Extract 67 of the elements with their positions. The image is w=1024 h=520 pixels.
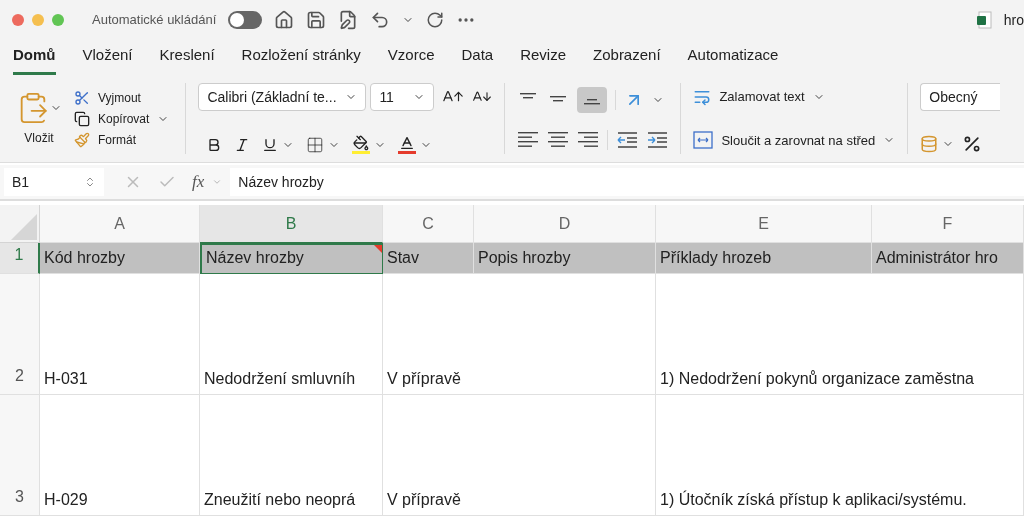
ribbon-tab[interactable]: Vložení <box>82 43 133 75</box>
align-left-icon[interactable] <box>517 131 540 149</box>
row-header[interactable]: 2 <box>0 274 40 395</box>
column-header[interactable]: C <box>383 205 474 243</box>
borders-icon[interactable] <box>306 135 325 154</box>
font-color-icon[interactable] <box>398 135 417 154</box>
name-box[interactable]: B1 <box>4 168 104 196</box>
column-header[interactable]: B <box>200 205 383 243</box>
save-icon[interactable] <box>306 10 327 30</box>
formula-field[interactable]: Název hrozby <box>230 168 1024 196</box>
table-cell[interactable]: V přípravě <box>383 395 656 516</box>
row-header[interactable]: 1 <box>0 243 40 274</box>
table-cell[interactable]: Stav <box>383 243 474 274</box>
ribbon-tab[interactable]: Vzorce <box>387 43 435 75</box>
number-format-dropdown[interactable]: Obecný <box>920 83 1001 111</box>
spreadsheet-file-icon <box>975 11 992 29</box>
table-cell[interactable]: Příklady hrozeb <box>656 243 872 274</box>
function-button[interactable]: fx <box>192 169 205 195</box>
column-header[interactable]: A <box>40 205 200 243</box>
ribbon-tab[interactable]: Kreslení <box>159 43 215 75</box>
column-header[interactable]: D <box>474 205 656 243</box>
font-dropdown[interactable]: Calibri (Základní te... <box>198 83 367 111</box>
ribbon-tab[interactable]: Data <box>461 43 494 75</box>
ribbon-tab[interactable]: Automatizace <box>687 43 779 75</box>
paste-button[interactable]: Vložit <box>16 90 62 147</box>
merge-cells-icon <box>693 131 714 150</box>
paintbrush-icon <box>74 131 90 148</box>
decrease-indent-icon[interactable] <box>616 131 639 149</box>
increase-indent-icon[interactable] <box>646 131 669 149</box>
table-cell[interactable]: H-031 <box>40 274 200 395</box>
table-cell[interactable]: Kód hrozby <box>40 243 200 274</box>
save-edit-icon[interactable] <box>338 10 359 30</box>
copy-button[interactable]: Kopírovat <box>74 109 170 128</box>
align-center-icon[interactable] <box>547 131 570 149</box>
table-cell[interactable]: Administrátor hro <box>872 243 1024 274</box>
merge-center-button[interactable]: Sloučit a zarovnat na střed <box>693 130 896 150</box>
table-cell[interactable]: Název hrozby <box>200 243 383 274</box>
scissors-icon <box>74 89 90 106</box>
underline-icon[interactable] <box>262 136 279 153</box>
table-cell[interactable]: Zneužití nebo neoprá <box>200 395 383 516</box>
copy-icon <box>74 110 90 127</box>
fill-color-icon[interactable] <box>352 135 371 154</box>
column-header[interactable]: E <box>656 205 872 243</box>
wrap-text-button[interactable]: Zalamovat text <box>693 87 896 107</box>
close-window-button[interactable] <box>12 14 24 26</box>
row-header[interactable]: 3 <box>0 395 40 516</box>
autosave-toggle[interactable] <box>228 11 263 29</box>
ribbon-tab[interactable]: Zobrazení <box>593 43 661 75</box>
table-cell[interactable]: H-029 <box>40 395 200 516</box>
accounting-format-icon[interactable] <box>920 135 939 153</box>
table-cell[interactable]: Popis hrozby <box>474 243 656 274</box>
font-size-dropdown[interactable]: 11 <box>370 83 435 111</box>
ribbon-tab[interactable]: Rozložení stránky <box>241 43 361 75</box>
column-header[interactable]: F <box>872 205 1024 243</box>
cut-button[interactable]: Vyjmout <box>74 88 170 107</box>
table-cell[interactable]: V přípravě <box>383 274 656 395</box>
stepper-icon[interactable] <box>84 176 96 188</box>
ribbon-tab[interactable]: Revize <box>520 43 567 75</box>
window-title: hro <box>1003 10 1024 30</box>
redo-icon[interactable] <box>426 11 445 29</box>
format-painter-button[interactable]: Formát <box>74 130 170 149</box>
align-right-icon[interactable] <box>577 131 600 149</box>
table-cell[interactable]: 1) Útočník získá přístup k aplikaci/systému. <box>656 395 1024 516</box>
table-cell[interactable]: Nedodržení smluvníh <box>200 274 383 395</box>
table-cell[interactable]: 1) Nedodržení pokynů organizace zaměstna <box>656 274 1024 395</box>
home-icon[interactable] <box>274 10 295 30</box>
autosave-label: Automatické ukládání <box>92 11 217 30</box>
